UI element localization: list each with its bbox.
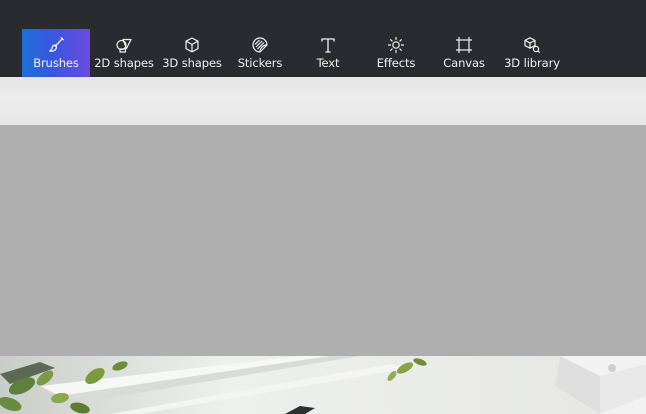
secondary-toolbar xyxy=(0,77,646,125)
sticker-icon xyxy=(251,36,269,54)
text-icon xyxy=(319,36,337,54)
toolbar-button-effects[interactable]: Effects xyxy=(362,29,430,77)
2d-shapes-icon xyxy=(115,36,133,54)
brush-icon xyxy=(47,36,65,54)
toolbar-button-brushes[interactable]: Brushes xyxy=(22,29,90,77)
canvas-photo[interactable] xyxy=(0,356,646,414)
paint-3d-window: Brushes 2D shapes 3D shapes Stickers Tex… xyxy=(0,0,646,414)
title-bar xyxy=(0,0,646,29)
3d-cube-icon xyxy=(183,36,201,54)
toolbar-label-text: Text xyxy=(316,56,340,70)
toolbar-button-canvas[interactable]: Canvas xyxy=(430,29,498,77)
workspace-background xyxy=(0,125,646,356)
toolbar-button-2d-shapes[interactable]: 2D shapes xyxy=(90,29,158,77)
main-toolbar: Brushes 2D shapes 3D shapes Stickers Tex… xyxy=(0,29,646,77)
canvas-crop-icon xyxy=(455,36,473,54)
3d-library-icon xyxy=(523,36,541,54)
toolbar-button-3d-shapes[interactable]: 3D shapes xyxy=(158,29,226,77)
toolbar-label-2d-shapes: 2D shapes xyxy=(94,56,154,70)
toolbar-label-stickers: Stickers xyxy=(237,56,283,70)
sun-effects-icon xyxy=(387,36,405,54)
toolbar-button-stickers[interactable]: Stickers xyxy=(226,29,294,77)
toolbar-label-canvas: Canvas xyxy=(443,56,485,70)
toolbar-button-text[interactable]: Text xyxy=(294,29,362,77)
toolbar-label-3d-shapes: 3D shapes xyxy=(162,56,222,70)
toolbar-label-brushes: Brushes xyxy=(33,56,79,70)
toolbar-label-3d-library: 3D library xyxy=(504,56,560,70)
toolbar-button-3d-library[interactable]: 3D library xyxy=(498,29,566,77)
toolbar-label-effects: Effects xyxy=(376,56,416,70)
